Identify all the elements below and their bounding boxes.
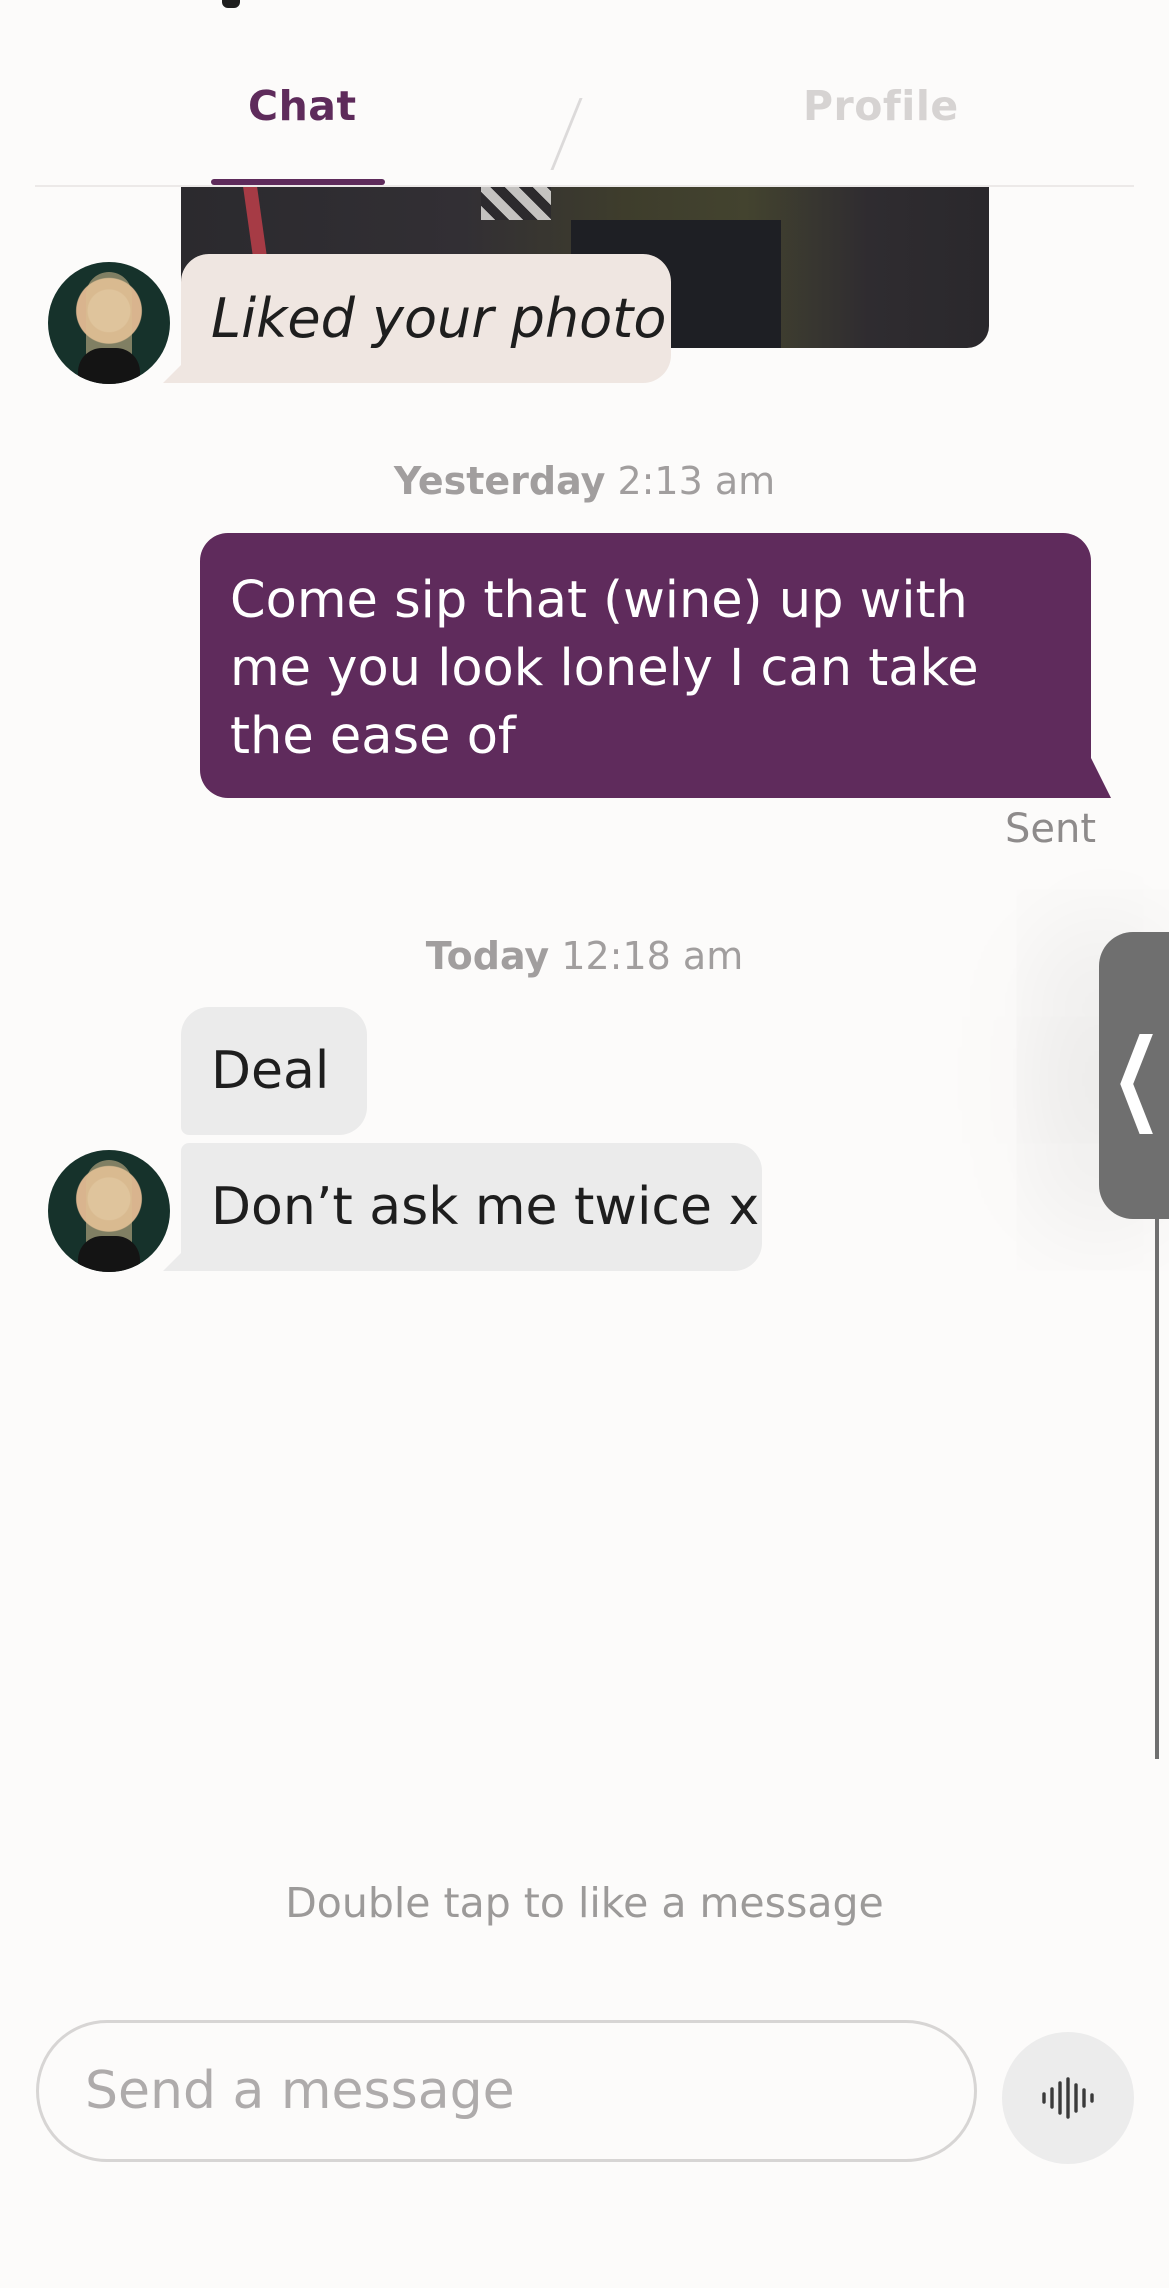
- tab-divider: [550, 98, 583, 170]
- side-panel-handle[interactable]: ❮: [1099, 932, 1169, 1219]
- message-input[interactable]: [85, 2061, 974, 2121]
- liked-photo-bubble[interactable]: Liked your photo: [181, 254, 671, 383]
- timestamp-time: 2:13 am: [617, 459, 776, 503]
- chevron-left-icon: ❮: [1111, 1017, 1163, 1134]
- tab-bar: Chat Profile: [0, 0, 1169, 187]
- outgoing-message[interactable]: Come sip that (wine) up with me you look…: [200, 533, 1091, 798]
- double-tap-hint: Double tap to like a message: [285, 1879, 884, 1927]
- scrollbar[interactable]: [1155, 1219, 1159, 1759]
- tab-chat[interactable]: Chat: [248, 82, 357, 130]
- timestamp-time: 12:18 am: [561, 934, 744, 978]
- sent-status: Sent: [1005, 806, 1097, 852]
- tab-profile[interactable]: Profile: [803, 82, 959, 130]
- waveform-icon: [1042, 2077, 1094, 2119]
- tab-bar-divider: [35, 185, 1134, 187]
- timestamp-today: Today 12:18 am: [0, 934, 1169, 978]
- timestamp-yesterday: Yesterday 2:13 am: [0, 459, 1169, 503]
- avatar[interactable]: [48, 262, 170, 384]
- timestamp-day: Yesterday: [393, 459, 606, 503]
- voice-message-button[interactable]: [1002, 2032, 1134, 2164]
- bubble-tail: [1091, 758, 1111, 798]
- incoming-message[interactable]: Don’t ask me twice x: [181, 1143, 762, 1271]
- header-title-fragment: [222, 0, 240, 8]
- avatar[interactable]: [48, 1150, 170, 1272]
- incoming-message[interactable]: Deal: [181, 1007, 367, 1135]
- timestamp-day: Today: [425, 934, 550, 978]
- message-composer[interactable]: [36, 2020, 977, 2162]
